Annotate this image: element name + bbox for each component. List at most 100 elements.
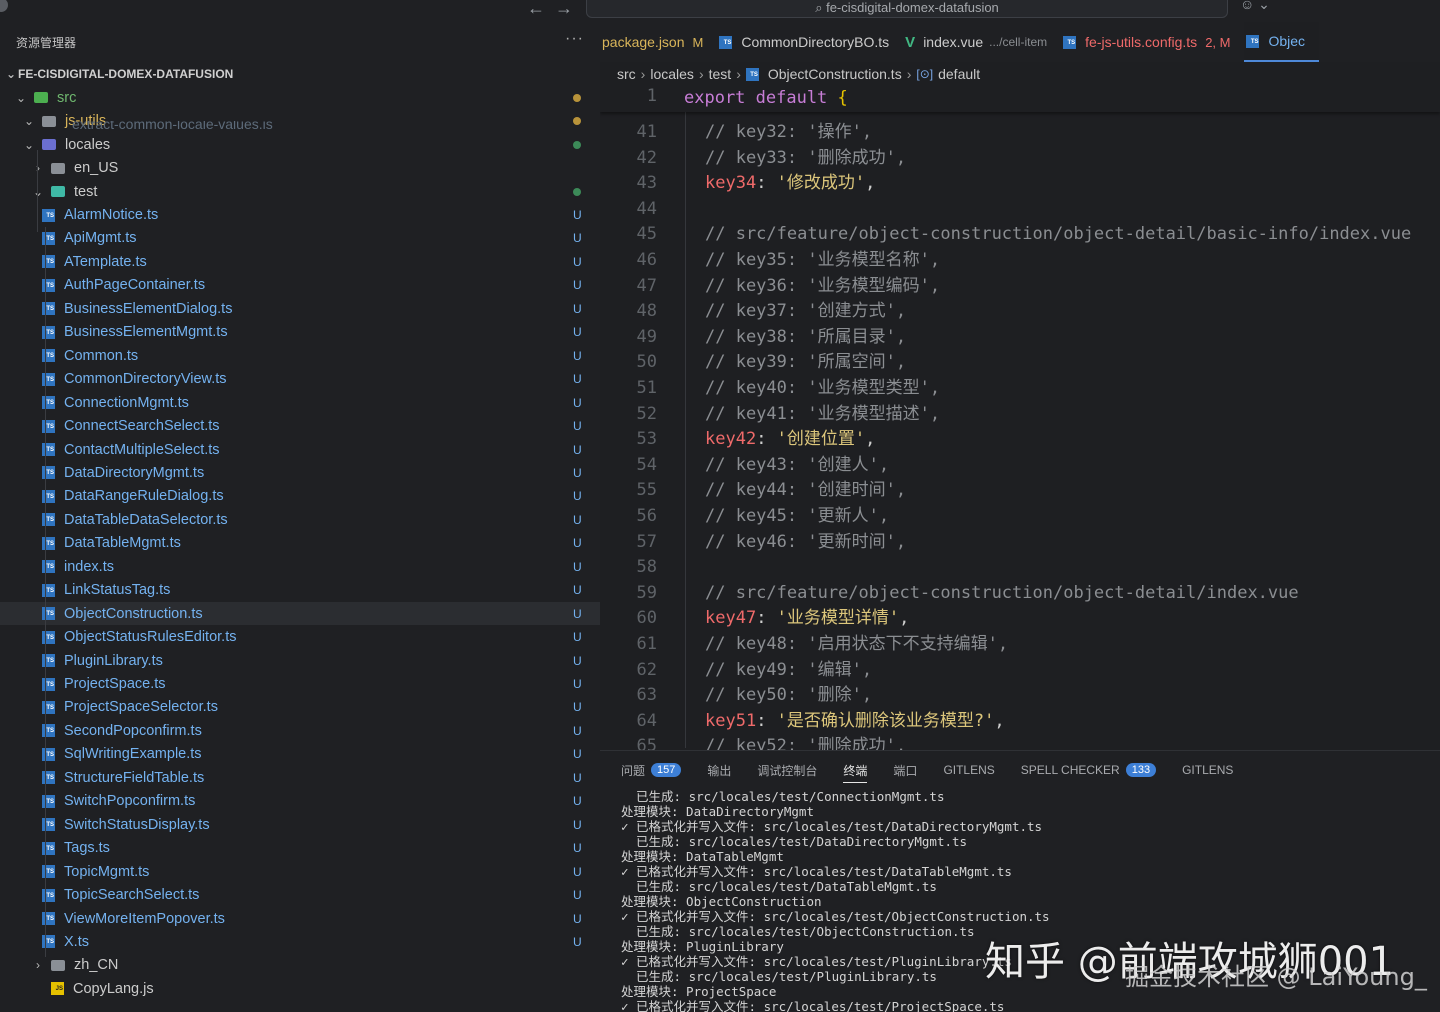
git-status-badge: U	[573, 841, 582, 856]
more-actions-button[interactable]: ···	[565, 30, 584, 48]
tree-item[interactable]: ⌄ test	[0, 180, 600, 204]
code-line[interactable]: 44	[600, 197, 1440, 223]
tree-item[interactable]: TS Common.ts U	[0, 344, 600, 368]
tree-item[interactable]: TS Tags.ts U	[0, 836, 600, 860]
panel-tab[interactable]: 终端	[843, 762, 868, 783]
panel-tab[interactable]: 调试控制台	[757, 762, 817, 779]
tree-item[interactable]: TS ObjectStatusRulesEditor.ts U	[0, 625, 600, 649]
code-line[interactable]: 48 // key37: '创建方式',	[600, 299, 1440, 325]
tree-item[interactable]: TS index.ts U	[0, 555, 600, 579]
tree-item[interactable]: TS SwitchStatusDisplay.ts U	[0, 813, 600, 837]
ts-file-icon: TS	[42, 912, 55, 925]
code-line[interactable]: 52 // key41: '业务模型描述',	[600, 402, 1440, 428]
code-line[interactable]: 41 // key32: '操作',	[600, 120, 1440, 146]
panel-tab[interactable]: GITLENS	[943, 763, 994, 777]
tree-item[interactable]: ⌄ src	[0, 86, 600, 110]
copilot-icon[interactable]: ☺ ⌄	[1240, 0, 1270, 13]
panel-tab[interactable]: 输出	[707, 762, 731, 779]
tree-item[interactable]: TS TopicSearchSelect.ts U	[0, 883, 600, 907]
code-line[interactable]: 49 // key38: '所属目录',	[600, 325, 1440, 351]
code-line[interactable]: 46 // key35: '业务模型名称',	[600, 248, 1440, 274]
code-line[interactable]: 57 // key46: '更新时间',	[600, 530, 1440, 556]
code-line[interactable]: 65 // key52: '删除成功',	[600, 734, 1440, 750]
tree-item[interactable]: TS ProjectSpaceSelector.ts U	[0, 696, 600, 720]
tree-item[interactable]: TS BusinessElementDialog.ts U	[0, 297, 600, 321]
tree-item[interactable]: TS SqlWritingExample.ts U	[0, 743, 600, 767]
tree-item[interactable]: TS LinkStatusTag.ts U	[0, 578, 600, 602]
tree-item[interactable]: TS TopicMgmt.ts U	[0, 860, 600, 884]
tree-item[interactable]: TS CommonDirectoryView.ts U	[0, 367, 600, 391]
code-line[interactable]: 42 // key33: '删除成功',	[600, 146, 1440, 172]
tree-item[interactable]: TS AlarmNotice.ts U	[0, 203, 600, 227]
code-line[interactable]: 47 // key36: '业务模型编码',	[600, 274, 1440, 300]
code-line[interactable]: 45 // src/feature/object-construction/obj…	[600, 222, 1440, 248]
editor-tab[interactable]: Vindex.vue .../cell-item	[903, 22, 1061, 62]
back-arrow-icon[interactable]: ←	[527, 0, 545, 19]
code-line[interactable]: 62 // key49: '编辑',	[600, 658, 1440, 684]
panel-tab[interactable]: GITLENS	[1182, 763, 1233, 777]
tree-item[interactable]: TS ContactMultipleSelect.ts U	[0, 438, 600, 462]
code-line[interactable]: 59 // src/feature/object-construction/obj…	[600, 581, 1440, 607]
breadcrumb-item[interactable]: src	[617, 66, 636, 82]
tree-item-label: Common.ts	[64, 347, 139, 364]
code-line[interactable]: 61 // key48: '启用状态下不支持编辑',	[600, 632, 1440, 658]
tab-modified-indicator: 2, M	[1205, 34, 1231, 50]
sticky-scroll-line[interactable]: 1 export default {	[600, 86, 1440, 112]
tree-item[interactable]: › zh_CN	[0, 954, 600, 978]
code-line[interactable]: 43 key34: '修改成功',	[600, 171, 1440, 197]
tree-item[interactable]: TS ConnectSearchSelect.ts U	[0, 414, 600, 438]
editor-tab[interactable]: TS fe-js-utils.config.ts 2, M	[1061, 22, 1244, 62]
tree-item-label: DataTableMgmt.ts	[64, 535, 181, 552]
breadcrumb-item[interactable]: default	[938, 66, 980, 82]
code-line[interactable]: 64 key51: '是否确认删除该业务模型?',	[600, 709, 1440, 735]
code-line[interactable]: 53 key42: '创建位置',	[600, 427, 1440, 453]
breadcrumb-item[interactable]: test	[709, 66, 732, 82]
tree-item[interactable]: TS ConnectionMgmt.ts U	[0, 391, 600, 415]
tree-item[interactable]: TS DataDirectoryMgmt.ts U	[0, 461, 600, 485]
code-line[interactable]: 50 // key39: '所属空间',	[600, 350, 1440, 376]
comment: // key45: '更新人',	[705, 506, 890, 526]
tree-item[interactable]: TS DataTableDataSelector.ts U	[0, 508, 600, 532]
editor-tab[interactable]: package.json M	[600, 22, 717, 62]
tree-item[interactable]: TS SecondPopconfirm.ts U	[0, 719, 600, 743]
tree-item[interactable]: JS CopyLang.js	[0, 977, 600, 1001]
panel-tab[interactable]: 问题 157	[621, 762, 682, 779]
tree-item[interactable]: TS ApiMgmt.ts U	[0, 227, 600, 251]
tree-item[interactable]: TS SwitchPopconfirm.ts U	[0, 790, 600, 814]
code-line[interactable]: 58	[600, 555, 1440, 581]
breadcrumb-item[interactable]: locales	[650, 66, 694, 82]
tree-item[interactable]: TS ATemplate.ts U	[0, 250, 600, 274]
tree-item[interactable]: TS ProjectSpace.ts U	[0, 672, 600, 696]
panel-tab[interactable]: 端口	[893, 762, 917, 779]
panel-tab[interactable]: SPELL CHECKER 133	[1021, 763, 1157, 777]
tree-item[interactable]: TS ObjectConstruction.ts U	[0, 601, 600, 626]
tree-item[interactable]: TS StructureFieldTable.ts U	[0, 766, 600, 790]
tree-item[interactable]: › en_US	[0, 156, 600, 180]
folder-icon	[51, 959, 65, 971]
code-line[interactable]: 63 // key50: '删除',	[600, 683, 1440, 709]
tree-item[interactable]: ⌄ locales	[0, 133, 600, 157]
tree-item[interactable]: TS BusinessElementMgmt.ts U	[0, 321, 600, 345]
tree-item[interactable]: TS DataRangeRuleDialog.ts U	[0, 485, 600, 509]
tree-item[interactable]: TS PluginLibrary.ts U	[0, 649, 600, 673]
line-content: // key45: '更新人',	[705, 504, 889, 530]
tree-item-label: AlarmNotice.ts	[64, 207, 159, 223]
workspace-root[interactable]: ⌄ FE-CISDIGITAL-DOMEX-DATAFUSION	[0, 62, 600, 86]
code-line[interactable]: 60 key47: '业务模型详情',	[600, 606, 1440, 632]
breadcrumb-item[interactable]: ObjectConstruction.ts	[768, 66, 902, 82]
editor-tab[interactable]: TS Objec	[1244, 22, 1320, 62]
forward-arrow-icon[interactable]: →	[555, 0, 573, 19]
tree-item[interactable]: TS AuthPageContainer.ts U	[0, 274, 600, 298]
tree-item-label: ViewMoreItemPopover.ts	[64, 910, 225, 927]
editor-tab[interactable]: TS CommonDirectoryBO.ts	[717, 22, 903, 62]
code-line[interactable]: 56 // key45: '更新人',	[600, 504, 1440, 530]
command-center-search[interactable]: ⌕ fe-cisdigital-domex-datafusion	[586, 0, 1228, 18]
tree-item[interactable]: TS DataTableMgmt.ts U	[0, 532, 600, 556]
window-control-dot[interactable]	[0, 0, 8, 12]
tree-item[interactable]: TS X.ts U	[0, 930, 600, 954]
tree-item[interactable]: TS ViewMoreItemPopover.ts U	[0, 907, 600, 931]
code-editor[interactable]: 1 export default { 41 // key32: '操作', 42 //…	[600, 86, 1440, 750]
code-line[interactable]: 55 // key44: '创建时间',	[600, 478, 1440, 504]
code-line[interactable]: 54 // key43: '创建人',	[600, 453, 1440, 479]
code-line[interactable]: 51 // key40: '业务模型类型',	[600, 376, 1440, 402]
